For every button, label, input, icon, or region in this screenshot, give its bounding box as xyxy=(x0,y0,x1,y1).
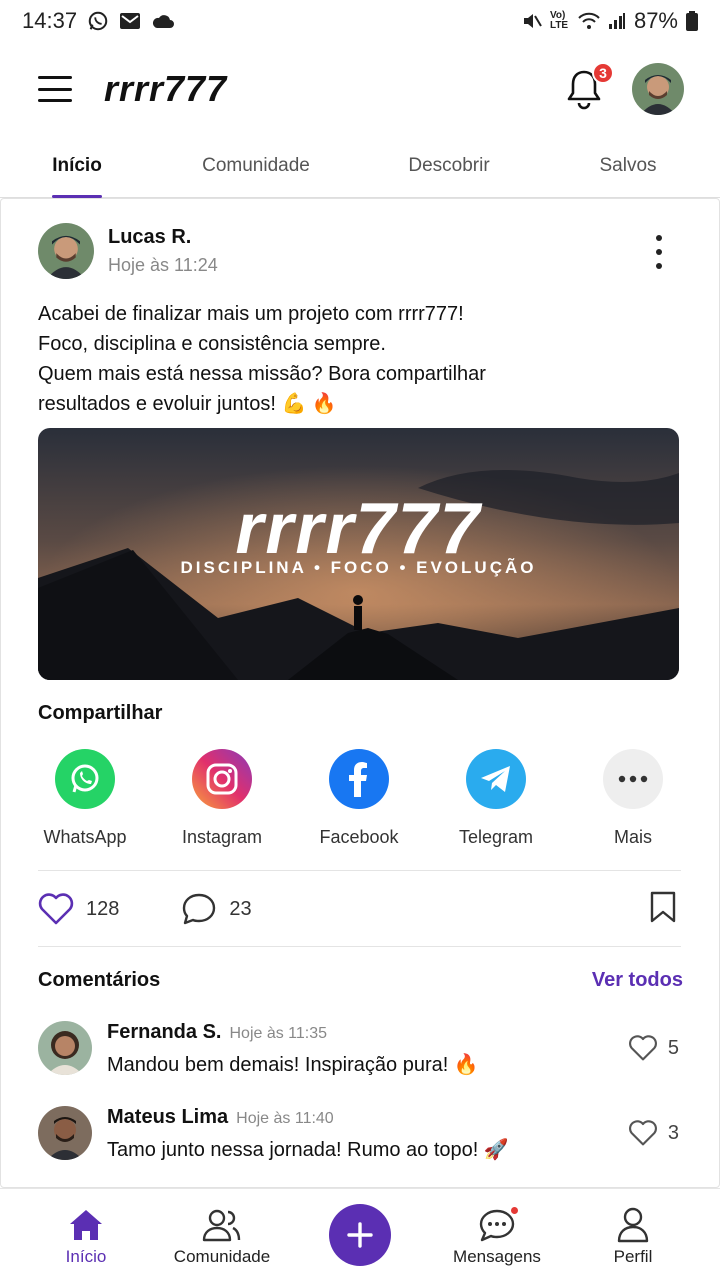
comment-like-button[interactable]: 3 xyxy=(628,1120,679,1146)
notification-badge: 3 xyxy=(592,62,614,84)
share-whatsapp-button[interactable]: WhatsApp xyxy=(18,749,152,848)
post-text: Acabei de finalizar mais um projeto com … xyxy=(38,303,486,415)
network-indicator: Vo) LTE xyxy=(549,10,569,31)
comment-like-count: 5 xyxy=(667,1036,679,1059)
facebook-icon xyxy=(329,749,389,809)
app-header: rrrr777 3 xyxy=(0,42,720,136)
commenter-name[interactable]: Fernanda S. xyxy=(107,1021,221,1044)
nav-comunidade[interactable]: Comunidade xyxy=(166,1189,278,1280)
plus-icon xyxy=(347,1222,373,1248)
tab-comunidade[interactable]: Comunidade xyxy=(196,136,316,196)
comment-button[interactable]: 23 xyxy=(181,892,252,926)
profile-avatar[interactable] xyxy=(632,63,684,115)
post-card: Lucas R. Hoje às 11:24 Acabei de finaliz… xyxy=(0,198,720,1188)
commenter-avatar[interactable] xyxy=(38,1106,92,1160)
battery-icon xyxy=(686,11,698,31)
share-title: Compartilhar xyxy=(38,702,163,724)
status-bar: 14:37 Vo) LTE 87% xyxy=(0,0,720,42)
more-icon xyxy=(603,749,663,809)
post-image[interactable]: rrrr777 DISCIPLINA • FOCO • EVOLUÇÃO xyxy=(38,428,679,680)
heart-icon xyxy=(628,1120,657,1146)
cloud-icon xyxy=(151,13,175,29)
reactions-bar: 128 23 xyxy=(38,889,683,929)
comment-item: Fernanda S. Hoje às 11:35 Mandou bem dem… xyxy=(38,1021,683,1081)
unread-dot xyxy=(509,1205,520,1216)
post-header: Lucas R. Hoje às 11:24 xyxy=(38,223,218,279)
comments-header: Comentários Ver todos xyxy=(38,969,683,992)
author-name[interactable]: Lucas R. xyxy=(108,226,218,249)
divider xyxy=(38,946,681,947)
mail-icon xyxy=(119,12,141,30)
comment-like-button[interactable]: 5 xyxy=(628,1035,679,1061)
notifications-button[interactable]: 3 xyxy=(564,62,614,110)
tab-inicio[interactable]: Início xyxy=(52,136,102,198)
comment-like-count: 3 xyxy=(667,1121,679,1144)
comment-icon xyxy=(183,893,216,925)
whatsapp-notification-icon xyxy=(87,10,109,32)
nav-mensagens[interactable]: Mensagens xyxy=(446,1189,548,1280)
tab-descobrir[interactable]: Descobrir xyxy=(402,136,496,196)
commenter-name[interactable]: Mateus Lima xyxy=(107,1106,228,1129)
community-icon xyxy=(202,1207,242,1243)
post-time: Hoje às 11:24 xyxy=(108,255,218,275)
commenter-avatar[interactable] xyxy=(38,1021,92,1075)
comment-count: 23 xyxy=(229,897,252,920)
nav-inicio[interactable]: Início xyxy=(56,1189,116,1280)
share-more-button[interactable]: Mais xyxy=(566,749,700,848)
share-facebook-button[interactable]: Facebook xyxy=(292,749,426,848)
image-subtitle: DISCIPLINA • FOCO • EVOLUÇÃO xyxy=(180,558,537,577)
nav-perfil[interactable]: Perfil xyxy=(606,1189,660,1280)
share-instagram-button[interactable]: Instagram xyxy=(155,749,289,848)
profile-icon xyxy=(616,1207,650,1243)
like-count: 128 xyxy=(86,897,120,920)
comments-title: Comentários xyxy=(38,969,161,991)
status-time: 14:37 xyxy=(22,8,78,33)
home-icon xyxy=(68,1207,104,1243)
create-post-button[interactable] xyxy=(329,1204,391,1266)
comment-text: Tamo junto nessa jornada! Rumo ao topo! … xyxy=(107,1139,509,1161)
battery-percent: 87% xyxy=(633,8,678,33)
see-all-link[interactable]: Ver todos xyxy=(592,969,683,992)
share-telegram-button[interactable]: Telegram xyxy=(429,749,563,848)
bottom-nav: Início Comunidade Mensagens Perfil xyxy=(0,1188,720,1280)
comment-time: Hoje às 11:35 xyxy=(229,1025,328,1042)
brand-logo: rrrr777 xyxy=(104,68,228,109)
menu-icon[interactable] xyxy=(38,76,72,102)
heart-icon xyxy=(628,1035,657,1061)
more-options-icon[interactable] xyxy=(655,235,663,269)
share-row: WhatsApp Instagram Facebook Telegram Mai… xyxy=(18,749,708,848)
like-button[interactable]: 128 xyxy=(38,893,119,925)
whatsapp-icon xyxy=(55,749,115,809)
comment-text: Mandou bem demais! Inspiração pura! 🔥 xyxy=(107,1054,479,1076)
bookmark-icon[interactable] xyxy=(649,891,677,928)
comment-time: Hoje às 11:40 xyxy=(236,1110,334,1127)
top-tabs: Início Comunidade Descobrir Salvos xyxy=(0,136,720,198)
divider xyxy=(38,870,681,871)
signal-icon xyxy=(608,12,626,30)
heart-icon xyxy=(38,893,74,925)
wifi-icon xyxy=(578,12,600,30)
messages-icon xyxy=(478,1205,520,1243)
author-avatar[interactable] xyxy=(38,223,94,279)
tab-salvos[interactable]: Salvos xyxy=(596,136,660,196)
mute-icon xyxy=(522,11,542,31)
instagram-icon xyxy=(192,749,252,809)
comment-item: Mateus Lima Hoje às 11:40 Tamo junto nes… xyxy=(38,1106,683,1166)
telegram-icon xyxy=(466,749,526,809)
